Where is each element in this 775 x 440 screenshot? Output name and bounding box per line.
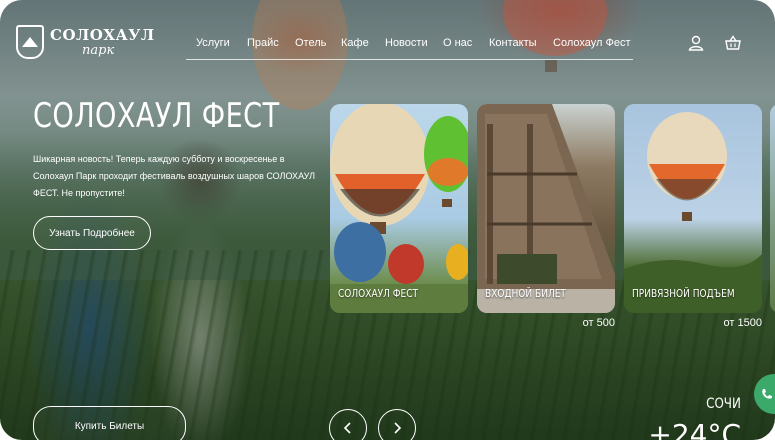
card-next-partial[interactable] (770, 104, 775, 313)
logo[interactable]: СОЛОХАУЛ парк (16, 25, 155, 59)
logo-sub-text: парк (82, 42, 115, 58)
main-nav: Услуги Прайс Отель Кафе Новости О нас Ко… (186, 30, 633, 60)
hero-title: СОЛОХАУЛ ФЕСТ (33, 96, 280, 136)
card-entry-price: от 500 (582, 317, 615, 329)
buy-tickets-button[interactable]: Купить Билеты (33, 406, 186, 440)
chevron-left-icon[interactable] (329, 409, 367, 440)
basket-icon[interactable] (724, 34, 742, 52)
nav-item-about[interactable]: О нас (443, 37, 472, 49)
card-tethered-image (624, 112, 762, 313)
card-tethered-price: от 1500 (723, 317, 762, 329)
card-tethered-flight[interactable]: ПРИВЯЗНОЙ ПОДЪЕМ (624, 104, 762, 313)
hero-background: СОЛОХАУЛ парк Услуги Прайс Отель Кафе Но… (0, 0, 775, 440)
chevron-right-icon[interactable] (378, 409, 416, 440)
nav-item-cafe[interactable]: Кафе (341, 37, 369, 49)
card-fest[interactable]: СОЛОХАУЛ ФЕСТ (330, 104, 468, 313)
logo-main-text: СОЛОХАУЛ (50, 25, 155, 44)
nav-item-services[interactable]: Услуги (196, 37, 230, 49)
card-entry-label: ВХОДНОЙ БИЛЕТ (485, 287, 566, 300)
hero-description: Шикарная новость! Теперь каждую субботу … (33, 154, 315, 198)
weather-city: СОЧИ (706, 396, 741, 412)
card-entry-ticket[interactable]: ВХОДНОЙ БИЛЕТ (477, 104, 615, 313)
nav-item-hotel[interactable]: Отель (295, 37, 326, 49)
user-icon[interactable] (687, 34, 705, 52)
weather-temperature: +24°C (648, 418, 741, 440)
nav-item-news[interactable]: Новости (385, 37, 428, 49)
nav-item-price[interactable]: Прайс (247, 37, 279, 49)
nav-item-fest[interactable]: Солохаул Фест (553, 37, 630, 49)
card-fest-label: СОЛОХАУЛ ФЕСТ (338, 287, 419, 300)
nav-item-contacts[interactable]: Контакты (489, 37, 537, 49)
card-entry-image (477, 104, 615, 313)
card-fest-image (330, 104, 468, 313)
logo-mountain-icon (16, 25, 44, 59)
card-tethered-label: ПРИВЯЗНОЙ ПОДЪЕМ (632, 287, 735, 300)
learn-more-button[interactable]: Узнать Подробнее (33, 216, 151, 250)
